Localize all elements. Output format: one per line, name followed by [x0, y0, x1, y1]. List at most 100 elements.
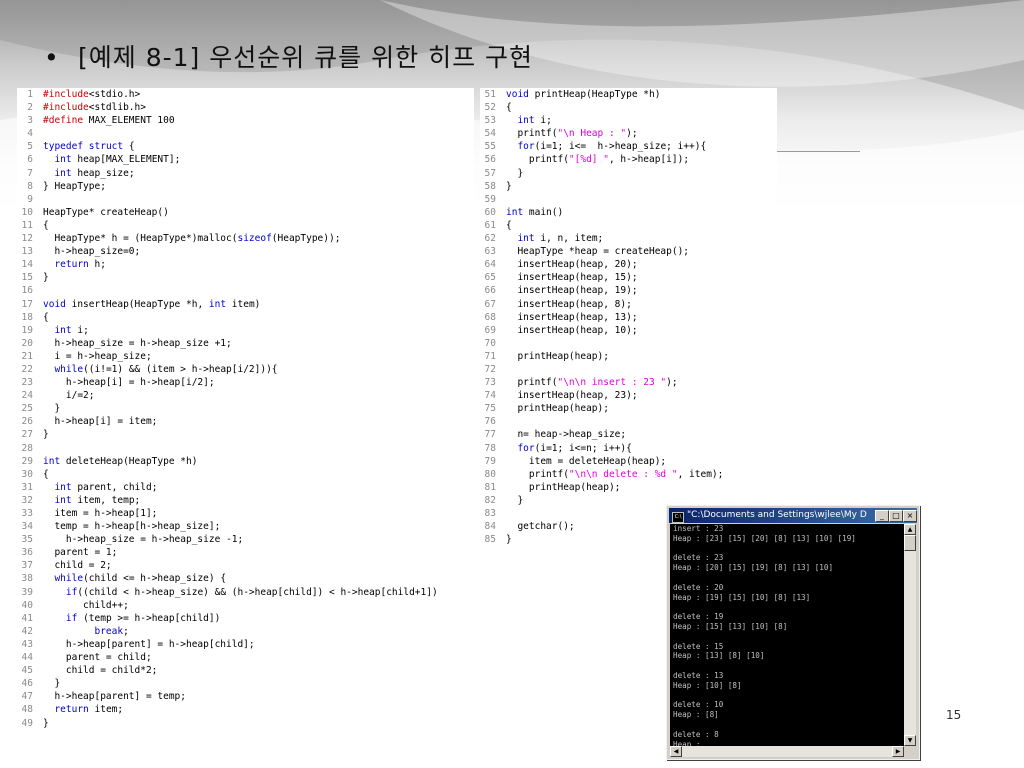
code-token: } — [506, 180, 512, 192]
vertical-scrollbar[interactable]: ▲ ▼ — [904, 524, 916, 746]
code-listing-left: 1 #include<stdio.h> 2 #include<stdlib.h> 3 #d… — [17, 88, 474, 730]
code-token: int — [54, 154, 72, 166]
code-line: 36 parent = 1; — [17, 546, 474, 559]
line-number: 19 — [21, 324, 33, 336]
line-number: 78 — [484, 442, 496, 454]
scroll-up-icon[interactable]: ▲ — [904, 524, 916, 535]
code-token: child = child*2; — [43, 665, 158, 677]
line-number: 59 — [484, 193, 496, 205]
code-token: "[%d] " — [568, 154, 609, 166]
line-number: 49 — [21, 717, 33, 729]
line-number: 6 — [27, 154, 33, 166]
code-line: 28 — [17, 442, 474, 455]
console-window[interactable]: C:\ "C:\Documents and Settings\wjlee\My … — [666, 505, 920, 760]
code-line: 46 } — [17, 677, 474, 690]
code-token: n= heap->heap_size; — [506, 429, 627, 441]
code-token: { — [123, 141, 135, 153]
code-token: heap[MAX_ELEMENT]; — [71, 154, 181, 166]
line-number: 31 — [21, 481, 33, 493]
code-token: insertHeap(HeapType *h, — [65, 298, 209, 310]
code-token: printHeap(heap); — [506, 481, 621, 493]
code-token: <stdio.h> — [88, 89, 141, 100]
close-button[interactable]: × — [903, 510, 917, 522]
code-token: while — [54, 573, 84, 585]
code-token: } — [43, 272, 49, 284]
code-line: 14 return h; — [17, 258, 474, 271]
code-line: 41 if (temp >= h->heap[child]) — [17, 612, 474, 625]
scroll-thumb[interactable] — [904, 535, 916, 551]
code-token: } — [43, 678, 61, 690]
code-token: child++; — [43, 599, 129, 611]
code-token: insertHeap(heap, 19); — [506, 285, 638, 297]
scroll-right-icon[interactable]: ▶ — [892, 746, 904, 757]
line-number: 79 — [484, 455, 496, 467]
code-token: for — [517, 442, 535, 454]
code-line: 31 int parent, child; — [17, 481, 474, 494]
code-token: child = 2; — [43, 560, 112, 572]
line-number: 43 — [21, 638, 33, 650]
code-line: 6 int heap[MAX_ELEMENT]; — [17, 153, 474, 166]
code-line: 12 HeapType* h = (HeapType*)malloc(sizeo… — [17, 232, 474, 245]
line-number: 51 — [484, 89, 496, 100]
code-token: insertHeap(heap, 20); — [506, 259, 638, 271]
code-token: i = h->heap_size; — [43, 350, 152, 362]
code-token: int — [54, 494, 72, 506]
code-token: printHeap(heap); — [506, 350, 609, 362]
code-line: 70 — [480, 337, 777, 350]
line-number: 48 — [21, 704, 33, 716]
code-line: 58} — [480, 180, 777, 193]
line-number: 83 — [484, 508, 496, 519]
code-line: 15} — [17, 271, 474, 284]
console-title: "C:\Documents and Settings\wjlee\My D... — [687, 510, 867, 520]
code-token: struct — [88, 141, 124, 153]
code-token: while — [54, 363, 84, 375]
code-token: } — [506, 494, 524, 506]
code-token: { — [43, 311, 49, 323]
code-token: "\n Heap : " — [557, 128, 627, 140]
code-line: 10 HeapType* createHeap() — [17, 206, 474, 219]
scroll-down-icon[interactable]: ▼ — [904, 735, 916, 746]
line-number: 62 — [484, 233, 496, 245]
minimize-button[interactable]: _ — [875, 510, 889, 522]
line-number: 64 — [484, 259, 496, 271]
code-line: 38 while(child <= h->heap_size) { — [17, 572, 474, 585]
line-number: 36 — [21, 547, 33, 559]
maximize-button[interactable]: □ — [889, 510, 903, 522]
code-line: 65 insertHeap(heap, 15); — [480, 271, 777, 284]
line-number: 40 — [21, 599, 33, 611]
code-line: 23 h->heap[i] = h->heap[i/2]; — [17, 376, 474, 389]
code-token: insertHeap(heap, 23); — [506, 390, 638, 402]
line-number: 42 — [21, 625, 33, 637]
code-line: 34 temp = h->heap[h->heap_size]; — [17, 520, 474, 533]
horizontal-scrollbar[interactable]: ◀ ▶ — [670, 746, 904, 757]
code-line: 74 insertHeap(heap, 23); — [480, 389, 777, 402]
code-line: 7 int heap_size; — [17, 167, 474, 180]
line-number: 29 — [21, 455, 33, 467]
code-token: for — [517, 141, 535, 153]
code-token: heap_size; — [71, 167, 135, 179]
code-line: 4 — [17, 127, 474, 140]
code-token: int — [506, 206, 524, 218]
line-number: 32 — [21, 494, 33, 506]
code-token: h; — [88, 259, 106, 271]
code-token: main() — [523, 206, 564, 218]
console-titlebar[interactable]: C:\ "C:\Documents and Settings\wjlee\My … — [669, 508, 917, 523]
code-token: insertHeap(heap, 8); — [506, 298, 632, 310]
code-token: item) — [226, 298, 261, 310]
code-token: (HeapType)); — [271, 233, 341, 245]
slide-title-text: [예제 8-1] 우선순위 큐를 위한 히프 구현 — [78, 43, 534, 72]
line-number: 24 — [21, 390, 33, 402]
line-number: 13 — [21, 246, 33, 258]
code-listing-right: 51 void printHeap(HeapType *h) 52 {53 int i… — [480, 88, 777, 572]
scroll-left-icon[interactable]: ◀ — [670, 746, 682, 757]
code-line: 3 #define MAX_ELEMENT 100 — [17, 114, 474, 127]
code-token: HeapType* createHeap() — [43, 206, 169, 218]
code-token: sizeof — [237, 233, 272, 245]
code-token: <stdlib.h> — [88, 102, 146, 114]
slide-title: • [예제 8-1] 우선순위 큐를 위한 히프 구현 — [44, 38, 533, 74]
